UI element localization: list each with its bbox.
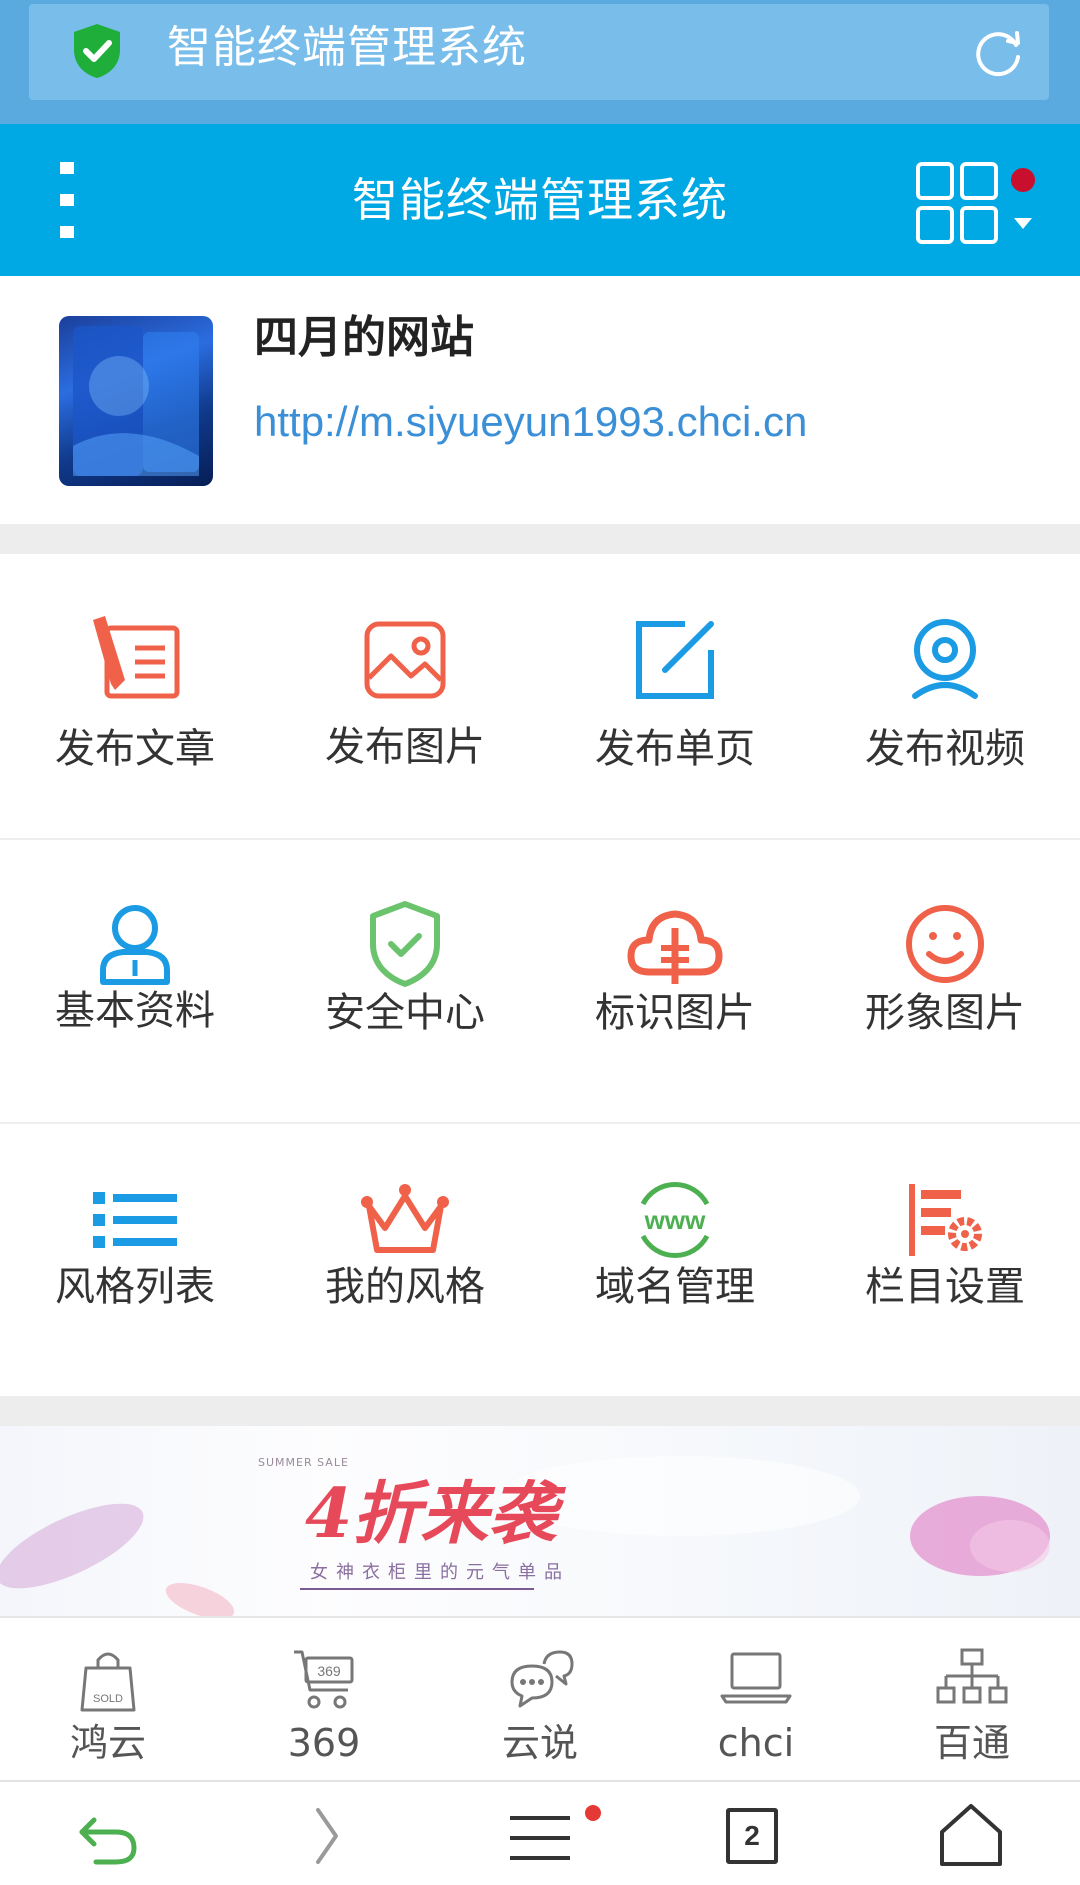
- banner-divider: [300, 1588, 534, 1590]
- nav-item-label: 鸿云: [69, 1721, 146, 1765]
- svg-text:www: www: [644, 1205, 706, 1235]
- www-domain-icon: www: [640, 1181, 710, 1259]
- grid-item-label: 发布图片: [325, 724, 485, 770]
- publish-video-icon: [912, 619, 978, 699]
- secure-shield-icon: [74, 24, 120, 78]
- address-title[interactable]: 智能终端管理系统: [167, 18, 527, 78]
- grid-item-domain[interactable]: www 域名管理: [540, 1122, 810, 1406]
- grid-item-label: 域名管理: [595, 1264, 755, 1310]
- grid-item-label: 发布视频: [865, 726, 1025, 772]
- nav-item-label: 云说: [501, 1721, 578, 1765]
- cart-icon: 369: [294, 1650, 354, 1709]
- column-settings-icon: [909, 1184, 982, 1256]
- grid-item-publish-page[interactable]: 发布单页: [540, 554, 810, 838]
- profile-icon: [100, 905, 170, 985]
- grid-menu-icon[interactable]: [912, 158, 1042, 248]
- grid-item-style-list[interactable]: 风格列表: [0, 1122, 270, 1406]
- nav-item-369[interactable]: 369 369: [216, 1618, 432, 1782]
- home-icon[interactable]: [936, 1800, 1006, 1870]
- grid-item-label: 发布单页: [595, 726, 755, 772]
- grid-item-security[interactable]: 安全中心: [270, 838, 540, 1122]
- grid-item-column-settings[interactable]: 栏目设置: [810, 1122, 1080, 1406]
- reload-icon[interactable]: [970, 25, 1026, 81]
- smiley-icon: [906, 905, 984, 983]
- banner-subtitle: 女神衣柜里的元气单品: [310, 1562, 570, 1583]
- grid-item-publish-video[interactable]: 发布视频: [810, 554, 1080, 838]
- chat-bubbles-icon: [510, 1650, 574, 1708]
- tab-count: 2: [726, 1808, 778, 1864]
- grid-item-label: 标识图片: [595, 990, 755, 1036]
- grid-item-label: 栏目设置: [865, 1264, 1025, 1310]
- logo-cloud-icon: [627, 910, 723, 984]
- banner-small-text: SUMMER SALE: [258, 1456, 349, 1469]
- bottom-nav: SOLD 鸿云 369 369 云说 chci 百通: [0, 1616, 1080, 1782]
- shopping-bag-icon: SOLD: [80, 1652, 136, 1712]
- grid-item-label: 发布文章: [55, 726, 215, 772]
- menu-icon[interactable]: [506, 1800, 576, 1870]
- nav-item-hongyun[interactable]: SOLD 鸿云: [0, 1618, 216, 1782]
- tabs-button[interactable]: 2: [718, 1800, 788, 1870]
- nav-item-baitong[interactable]: 百通: [864, 1618, 1080, 1782]
- grid-item-logo-image[interactable]: 标识图片: [540, 838, 810, 1122]
- crown-icon: [361, 1184, 449, 1253]
- banner-title: 4折来袭: [305, 1474, 557, 1554]
- grid-item-label: 我的风格: [325, 1264, 485, 1310]
- back-icon[interactable]: [72, 1800, 142, 1870]
- grid-item-my-style[interactable]: 我的风格: [270, 1122, 540, 1406]
- forward-icon[interactable]: [290, 1800, 360, 1870]
- org-chart-icon: [936, 1648, 1008, 1704]
- site-url-link[interactable]: http://m.siyueyun1993.chci.cn: [254, 392, 807, 452]
- grid-item-profile[interactable]: 基本资料: [0, 838, 270, 1122]
- style-list-icon: [93, 1192, 177, 1248]
- grid-item-label: 形象图片: [865, 990, 1025, 1036]
- security-shield-icon: [370, 901, 440, 987]
- nav-item-yunshuo[interactable]: 云说: [432, 1618, 648, 1782]
- publish-page-icon: [636, 621, 714, 699]
- grid-item-image-photo[interactable]: 形象图片: [810, 838, 1080, 1122]
- publish-article-icon: [93, 616, 180, 699]
- grid-item-label: 基本资料: [55, 988, 215, 1034]
- grid-item-label: 安全中心: [325, 990, 485, 1036]
- grid-item-publish-image[interactable]: 发布图片: [270, 554, 540, 838]
- nav-item-label: chci: [717, 1721, 795, 1765]
- laptop-icon: [720, 1652, 792, 1704]
- publish-image-icon: [364, 621, 446, 699]
- nav-item-label: 369: [287, 1721, 361, 1765]
- function-grid: 发布文章 发布图片 发布单页 发布视频 基本资料 安全中心 标识图片 形象图片 …: [0, 554, 1080, 1396]
- nav-item-label: 百通: [933, 1721, 1010, 1765]
- site-name: 四月的网站: [254, 312, 474, 363]
- svg-text:369: 369: [317, 1663, 341, 1679]
- nav-item-chci[interactable]: chci: [648, 1618, 864, 1782]
- grid-item-publish-article[interactable]: 发布文章: [0, 554, 270, 838]
- svg-text:SOLD: SOLD: [93, 1693, 123, 1705]
- notification-dot: [585, 1805, 601, 1821]
- site-thumbnail: [59, 316, 213, 486]
- grid-item-label: 风格列表: [55, 1264, 215, 1310]
